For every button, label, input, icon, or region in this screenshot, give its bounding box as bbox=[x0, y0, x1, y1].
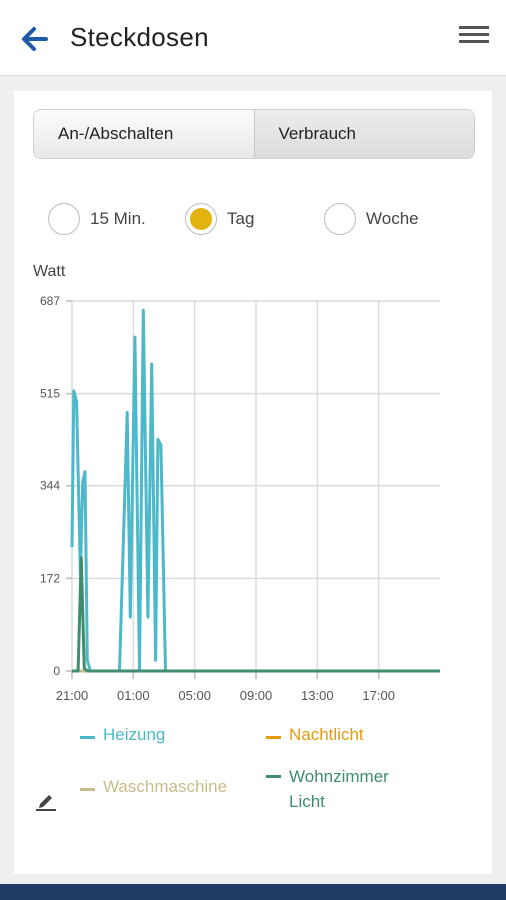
legend-item-nachtlicht: Nachtlicht bbox=[266, 725, 364, 745]
radio-15-min[interactable]: 15 Min. bbox=[48, 203, 146, 235]
legend-swatch bbox=[80, 736, 95, 739]
menu-button[interactable] bbox=[454, 22, 494, 50]
y-tick-label: 344 bbox=[40, 479, 60, 493]
radio-label: Woche bbox=[366, 209, 419, 228]
legend-item-wohnzimmer-licht: Wohnzimmer Licht bbox=[266, 764, 419, 814]
x-tick-label: 17:00 bbox=[362, 688, 395, 703]
back-button[interactable] bbox=[16, 22, 56, 56]
y-tick-label: 687 bbox=[40, 294, 60, 308]
y-tick-label: 172 bbox=[40, 571, 60, 585]
radio-label: Tag bbox=[227, 209, 255, 228]
view-segmented-control: An-/Abschalten Verbrauch bbox=[33, 109, 475, 159]
legend-label: Nachtlicht bbox=[289, 725, 364, 744]
y-tick-label: 515 bbox=[40, 387, 60, 401]
content-card: An-/Abschalten Verbrauch 15 Min. Tag Woc… bbox=[14, 91, 492, 874]
legend-swatch bbox=[266, 736, 281, 739]
x-tick-label: 21:00 bbox=[56, 688, 89, 703]
bottom-bar bbox=[0, 884, 506, 900]
pencil-icon bbox=[36, 795, 56, 811]
y-axis-unit-label: Watt bbox=[33, 263, 66, 280]
legend-swatch bbox=[80, 788, 95, 791]
hamburger-icon bbox=[459, 26, 489, 43]
legend-label: Wohnzimmer Licht bbox=[289, 767, 389, 811]
tab-consumption[interactable]: Verbrauch bbox=[253, 110, 474, 158]
edit-button[interactable] bbox=[36, 789, 56, 811]
y-tick-label: 0 bbox=[53, 664, 60, 678]
radio-button[interactable] bbox=[324, 203, 356, 235]
radio-button[interactable] bbox=[48, 203, 80, 235]
consumption-chart: 0 172 344 515 687 21:00 01:00 05:00 09:00 13:00 17… bbox=[40, 294, 440, 703]
page-title: Steckdosen bbox=[70, 22, 209, 52]
legend-item-waschmaschine: Waschmaschine bbox=[80, 777, 227, 797]
app-bar: Steckdosen bbox=[0, 0, 506, 76]
legend-swatch bbox=[266, 775, 281, 778]
legend-item-heizung: Heizung bbox=[80, 725, 165, 745]
radio-label: 15 Min. bbox=[90, 209, 146, 228]
x-tick-label: 09:00 bbox=[240, 688, 273, 703]
radio-selected-dot bbox=[190, 208, 212, 230]
tab-on-off[interactable]: An-/Abschalten bbox=[34, 110, 254, 158]
x-tick-label: 01:00 bbox=[117, 688, 150, 703]
time-range-selector: 15 Min. Tag Woche bbox=[48, 203, 468, 243]
radio-day[interactable]: Tag bbox=[185, 203, 254, 235]
x-tick-label: 13:00 bbox=[301, 688, 334, 703]
legend-label: Heizung bbox=[103, 725, 166, 744]
radio-week[interactable]: Woche bbox=[324, 203, 419, 235]
legend-label: Waschmaschine bbox=[103, 777, 228, 796]
x-tick-label: 05:00 bbox=[178, 688, 211, 703]
arrow-left-icon bbox=[22, 27, 48, 51]
radio-button-selected[interactable] bbox=[185, 203, 217, 235]
